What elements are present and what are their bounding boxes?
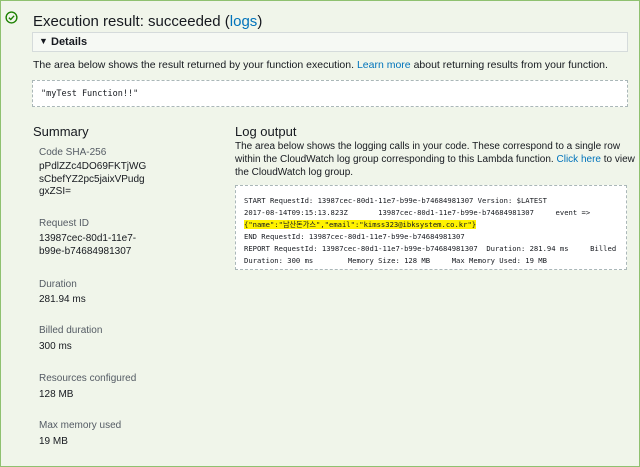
- log-line: REPORT RequestId: 13987cec-80d1-11e7-b99…: [244, 244, 617, 253]
- summary-value-billed-duration: 300 ms: [39, 341, 72, 352]
- log-event-payload: {"name":"남산돈가스","email":"kimss323@ibksys…: [244, 220, 477, 229]
- summary-value-request-id: 13987cec-80d1-11e7-b99e-b74684981307: [39, 233, 137, 257]
- summary-value-max-memory: 19 MB: [39, 436, 68, 447]
- result-description: The area below shows the result returned…: [33, 59, 608, 71]
- execution-result-panel: Execution result: succeeded (logs) ▼ Det…: [0, 0, 640, 467]
- click-here-link[interactable]: Click here: [557, 154, 601, 165]
- summary-label-duration: Duration: [39, 279, 77, 290]
- log-output-title: Log output: [235, 124, 297, 139]
- returned-value: "myTest Function!!": [41, 89, 139, 99]
- summary-value-code-sha: pPdlZZc4DO69FKTjWG sCbefYZ2pc5jaixVPudg …: [39, 161, 147, 197]
- caret-down-icon: ▼: [39, 36, 48, 46]
- log-line: END RequestId: 13987cec-80d1-11e7-b99e-b…: [244, 232, 465, 241]
- result-desc-text: The area below shows the result returned…: [33, 59, 355, 71]
- details-toggle[interactable]: ▼ Details: [32, 32, 628, 52]
- summary-value-duration: 281.94 ms: [39, 294, 86, 305]
- summary-label-billed-duration: Billed duration: [39, 325, 103, 336]
- success-check-icon: [5, 11, 18, 24]
- summary-title: Summary: [33, 124, 89, 139]
- summary-value-resources: 128 MB: [39, 389, 74, 400]
- summary-label-code-sha: Code SHA-256: [39, 147, 107, 158]
- log-line: 2017-08-14T09:15:13.823Z 13987cec-80d1-1…: [244, 208, 591, 217]
- result-title-suffix: ): [257, 13, 263, 30]
- log-output-box: START RequestId: 13987cec-80d1-11e7-b99e…: [235, 185, 627, 270]
- log-line: Duration: 300 ms Memory Size: 128 MB Max…: [244, 256, 547, 265]
- result-desc-suffix: about returning results from your functi…: [413, 59, 608, 71]
- summary-label-request-id: Request ID: [39, 218, 90, 229]
- execution-result-title: Execution result: succeeded (logs): [33, 13, 262, 30]
- result-title-text: Execution result: succeeded (: [33, 13, 230, 30]
- returned-result-box: "myTest Function!!": [32, 80, 628, 107]
- logs-link[interactable]: logs: [230, 13, 258, 30]
- log-line-highlighted: {"name":"남산돈가스","email":"kimss323@ibksys…: [244, 220, 477, 230]
- details-label: Details: [51, 36, 88, 48]
- log-line: START RequestId: 13987cec-80d1-11e7-b99e…: [244, 196, 547, 205]
- summary-label-resources: Resources configured: [39, 373, 137, 384]
- log-description: The area below shows the logging calls i…: [235, 140, 635, 179]
- summary-label-max-memory: Max memory used: [39, 420, 122, 431]
- learn-more-link[interactable]: Learn more: [357, 59, 411, 71]
